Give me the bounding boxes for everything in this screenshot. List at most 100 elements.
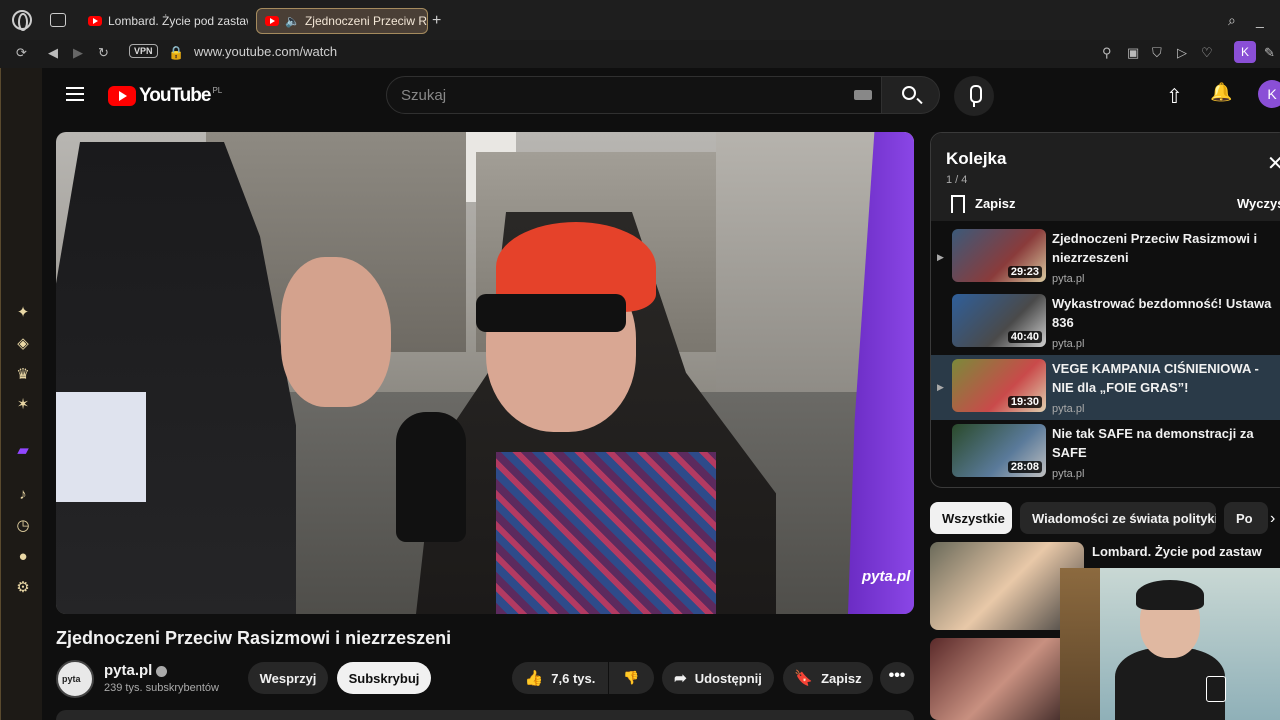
url-field[interactable]: www.youtube.com/watch (194, 44, 337, 59)
search-icon (902, 86, 916, 100)
account-avatar[interactable]: K (1258, 80, 1280, 108)
search-button[interactable] (882, 76, 940, 114)
queue-item-channel[interactable]: pyta.pl (1052, 273, 1084, 285)
more-actions-button[interactable]: ••• (880, 662, 914, 694)
play-icon[interactable]: ▷ (1177, 45, 1187, 61)
voice-search-button[interactable] (954, 76, 994, 116)
recommended-title[interactable]: Lombard. Życie pod zastaw - sezon 1 / od… (1092, 542, 1262, 566)
support-button[interactable]: Wesprzyj (248, 662, 328, 694)
new-tab-button[interactable]: + (432, 12, 441, 30)
tab-label: Lombard. Życie pod zastaw (108, 14, 248, 28)
webcam-bookshelf (1060, 568, 1100, 720)
chip-more[interactable]: Po (1224, 502, 1268, 534)
duration-badge: 40:40 (1007, 331, 1042, 343)
thumbs-down-icon: 👎 (623, 670, 640, 685)
dislike-button[interactable]: 👎 (609, 662, 654, 694)
speaker-icon[interactable]: 🔈 (285, 14, 300, 28)
queue-item-title[interactable]: VEGE KAMPANIA CIŚNIENIOWA - NIE dla „FOI… (1052, 359, 1280, 397)
search-placeholder: Szukaj (401, 86, 447, 104)
diamond-icon[interactable]: ◈ (14, 335, 32, 353)
description-box[interactable] (56, 710, 914, 720)
save-button[interactable]: 🔖 Zapisz (783, 662, 873, 694)
keyboard-icon[interactable] (854, 90, 872, 100)
subscriber-count: 239 tys. subskrybentów (104, 682, 219, 694)
clock-icon[interactable]: ◷ (14, 517, 32, 535)
aria-icon[interactable]: ✦ (14, 304, 32, 322)
video-watermark: pyta.pl (862, 568, 911, 585)
webcam-overlay (1060, 568, 1280, 720)
twitch-icon[interactable]: ▰ (14, 442, 32, 460)
back-icon[interactable]: ◀ (48, 45, 58, 61)
vpn-badge[interactable]: VPN (129, 44, 158, 58)
like-count: 7,6 tys. (551, 670, 596, 686)
profile-avatar[interactable]: K (1234, 41, 1256, 63)
star-icon[interactable]: ✶ (14, 396, 32, 414)
queue-item-channel[interactable]: pyta.pl (1052, 403, 1084, 415)
subscribe-label: Subskrybuj (348, 670, 420, 686)
queue-item-channel[interactable]: pyta.pl (1052, 338, 1084, 350)
tab-active-video[interactable]: 🔈 Zjednoczeni Przeciw R (256, 8, 428, 34)
address-bar (0, 40, 1280, 68)
duration-badge: 29:23 (1007, 266, 1042, 278)
youtube-favicon-icon (88, 16, 102, 26)
like-button[interactable]: 👍 7,6 tys. (512, 662, 608, 694)
queue-item[interactable]: 28:08 Nie tak SAFE na demonstracji za SA… (931, 420, 1280, 485)
video-player[interactable]: pyta.pl (56, 132, 914, 614)
chevron-right-icon[interactable]: › (1270, 510, 1275, 528)
queue-thumbnail[interactable]: 28:08 (952, 424, 1046, 477)
lock-icon[interactable]: 🔒 (168, 45, 184, 61)
guitar-icon[interactable]: ♪ (14, 486, 32, 504)
play-indicator-icon: ▶ (937, 252, 944, 262)
bomb-icon[interactable]: ● (14, 548, 32, 566)
pin-icon[interactable]: ⚲ (1102, 45, 1112, 61)
queue-clear-button[interactable]: Wyczyść (1237, 196, 1280, 211)
snapshot-icon[interactable]: ▣ (1127, 45, 1139, 61)
youtube-header: YouTube PL Szukaj ⇧ 🔔 K (42, 68, 1280, 124)
extensions-icon[interactable]: ✎ (1264, 45, 1275, 61)
queue-item-title[interactable]: Nie tak SAFE na demonstracji za SAFE (1052, 424, 1280, 462)
settings-icon[interactable]: ⚙ (14, 579, 32, 597)
queue-thumbnail[interactable]: 19:30 (952, 359, 1046, 412)
minimize-icon[interactable]: _ (1256, 12, 1264, 28)
chip-politics[interactable]: Wiadomości ze świata polityki (1020, 502, 1216, 534)
notifications-bell-icon[interactable]: 🔔 (1210, 82, 1232, 104)
chip-all[interactable]: Wszystkie (930, 502, 1012, 534)
queue-save-button[interactable]: Zapisz (975, 196, 1015, 211)
queue-item-title[interactable]: Wykastrować bezdomność! Ustawa 836 (1052, 294, 1280, 332)
duration-badge: 19:30 (1007, 396, 1042, 408)
queue-thumbnail[interactable]: 40:40 (952, 294, 1046, 347)
webcam-toggle-icon[interactable] (1206, 676, 1226, 702)
forward-icon[interactable]: ▶ (73, 45, 83, 61)
queue-item-channel[interactable]: pyta.pl (1052, 468, 1084, 480)
queue-item-current[interactable]: ▶ 19:30 VEGE KAMPANIA CIŚNIENIOWA - NIE … (931, 355, 1280, 420)
thumbs-up-icon: 👍 (524, 670, 544, 687)
bookmark-icon[interactable] (951, 195, 965, 213)
queue-item-title[interactable]: Zjednoczeni Przeciw Rasizmowi i niezrzes… (1052, 229, 1280, 267)
search-tabs-icon[interactable]: ⌕ (1228, 12, 1236, 29)
duration-badge: 28:08 (1007, 461, 1042, 473)
youtube-logo[interactable]: YouTube PL (108, 85, 222, 107)
share-button[interactable]: ➦ Udostępnij (662, 662, 774, 694)
queue-thumbnail[interactable]: 29:23 (952, 229, 1046, 282)
close-icon[interactable]: ✕ (1267, 151, 1280, 176)
subscribe-button[interactable]: Subskrybuj (337, 662, 431, 694)
upload-icon[interactable]: ⇧ (1166, 84, 1186, 108)
opera-sidebar: ✦ ◈ ♛ ✶ ▰ ♪ ◷ ● ⚙ (0, 68, 42, 720)
crown-icon[interactable]: ♛ (14, 366, 32, 384)
opera-logo-icon[interactable] (12, 10, 32, 31)
tab-islands-icon[interactable] (50, 13, 66, 27)
tab-lombard[interactable]: Lombard. Życie pod zastaw (80, 8, 248, 34)
search-input[interactable]: Szukaj (386, 76, 882, 114)
queue-item[interactable]: 40:40 Wykastrować bezdomność! Ustawa 836… (931, 290, 1280, 355)
queue-item[interactable]: ▶ 29:23 Zjednoczeni Przeciw Rasizmowi i … (931, 225, 1280, 290)
shield-icon[interactable]: ⛉ (1152, 45, 1162, 61)
queue-position: 1 / 4 (946, 174, 968, 186)
heart-icon[interactable]: ♡ (1201, 45, 1213, 61)
video-title: Zjednoczeni Przeciw Rasizmowi i niezrzes… (56, 628, 452, 648)
channel-name[interactable]: pyta.pl (104, 662, 168, 679)
reload-sync-icon[interactable]: ⟳ (16, 45, 27, 61)
video-frame-scarf (496, 452, 716, 614)
menu-icon[interactable] (66, 87, 84, 101)
channel-avatar[interactable] (56, 660, 94, 698)
reload-icon[interactable]: ↻ (98, 45, 109, 61)
